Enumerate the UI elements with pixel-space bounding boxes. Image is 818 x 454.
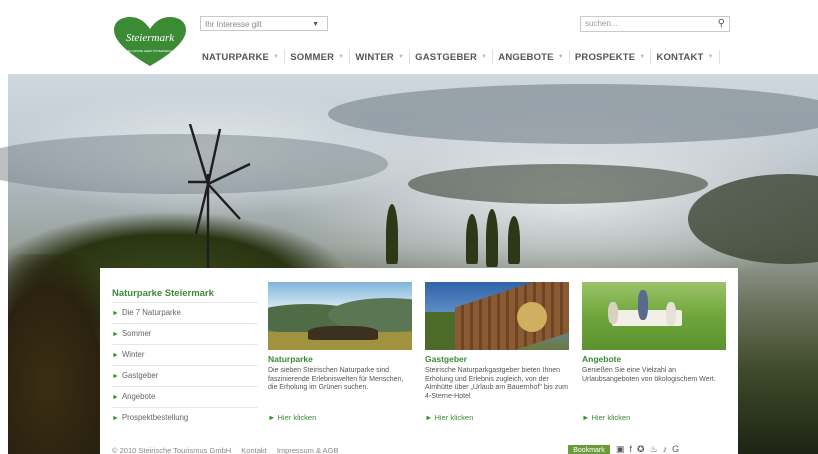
bullet-arrow-icon: ► [112,415,119,422]
digg-icon[interactable]: ♪ [663,444,668,454]
arrow-icon: ► [268,413,278,422]
social-icons: ▣ f ✪ ♨ ♪ G [616,444,679,454]
dropdown-arrow-icon: ▼ [312,21,319,28]
card-title: Gastgeber [425,354,468,364]
site-header: Steiermark DAS GRÜNE HERZ ÖSTERREICHS Ih… [100,10,738,74]
chevron-down-icon: ▼ [481,54,488,60]
content-panel: Naturparke Steiermark ► Die 7 Naturparke … [100,268,738,454]
sidebar-item-winter[interactable]: ► Winter [112,344,258,365]
footer-imprint-link[interactable]: Impressum & AGB [277,446,339,454]
bookmark-button[interactable]: Bookmark [568,445,610,454]
card-title: Naturparke [268,354,313,364]
main-nav: NATURPARKE ▼ SOMMER ▼ WINTER ▼ GASTGEBER ▼ A… [200,50,720,64]
nav-angebote[interactable]: ANGEBOTE ▼ [493,50,570,64]
footer-copyright: © 2010 Steirische Tourismus GmbH [112,446,232,454]
card-title: Angebote [582,354,622,364]
facebook-icon[interactable]: f [630,444,633,454]
chevron-down-icon: ▼ [273,54,280,60]
card-image-gastgeber[interactable] [425,282,569,350]
search-input[interactable]: suchen... ⚲ [580,16,730,32]
sidebar-item-angebote[interactable]: ► Angebote [112,386,258,407]
card-image-naturparke[interactable] [268,282,412,350]
bullet-arrow-icon: ► [112,373,119,380]
share-icon[interactable]: ♨ [650,444,658,454]
nav-gastgeber[interactable]: GASTGEBER ▼ [410,50,494,64]
chevron-down-icon: ▼ [338,54,345,60]
sidebar-title: Naturparke Steiermark [112,288,214,299]
logo-tagline: DAS GRÜNE HERZ ÖSTERREICHS [125,49,174,53]
nav-prospekte[interactable]: PROSPEKTE ▼ [570,50,652,64]
interest-select[interactable]: Ihr Interesse gilt ▼ [200,16,328,31]
chevron-down-icon: ▼ [557,54,564,60]
chevron-down-icon: ▼ [707,54,714,60]
bullet-arrow-icon: ► [112,352,119,359]
arrow-icon: ► [425,413,435,422]
nav-sommer[interactable]: SOMMER ▼ [285,50,351,64]
card-gastgeber: Gastgeber Steirische Naturparkgastgeber … [425,282,569,422]
bullet-arrow-icon: ► [112,310,119,317]
card-link-naturparke[interactable]: ► Hier klicken [268,413,412,422]
bullet-arrow-icon: ► [112,331,119,338]
card-angebote: Angebote Genießen Sie eine Vielzahl an U… [582,282,726,422]
nav-winter[interactable]: WINTER ▼ [350,50,411,64]
search-icon[interactable]: ⚲ [718,17,725,31]
card-description: Steirische Naturparkgastgeber bieten Ihn… [425,367,568,400]
page: Steiermark DAS GRÜNE HERZ ÖSTERREICHS Ih… [0,0,818,454]
sidebar-menu: ► Die 7 Naturparke ► Sommer ► Winter ► Gastg… [112,302,258,428]
card-link-gastgeber[interactable]: ► Hier klicken [425,413,569,422]
sidebar-item-sommer[interactable]: ► Sommer [112,323,258,344]
steiermark-logo[interactable]: Steiermark DAS GRÜNE HERZ ÖSTERREICHS [112,16,188,68]
google-icon[interactable]: G [672,444,679,454]
sidebar-item-prospektbestellung[interactable]: ► Prospektbestellung [112,407,258,428]
interest-select-value: Ihr Interesse gilt [205,20,262,29]
search-placeholder: suchen... [585,19,618,28]
nav-naturparke[interactable]: NATURPARKE ▼ [200,50,286,64]
delicious-icon[interactable]: ▣ [616,444,625,454]
sidebar-item-naturparke[interactable]: ► Die 7 Naturparke [112,302,258,323]
nav-kontakt[interactable]: KONTAKT ▼ [651,50,720,64]
sidebar-item-gastgeber[interactable]: ► Gastgeber [112,365,258,386]
arrow-icon: ► [582,413,592,422]
card-link-angebote[interactable]: ► Hier klicken [582,413,726,422]
card-description: Genießen Sie eine Vielzahl an Urlaubsang… [582,367,716,383]
chevron-down-icon: ▼ [639,54,646,60]
card-description: Die sieben Steirischen Naturparke sind f… [268,367,404,391]
card-naturparke: Naturparke Die sieben Steirischen Naturp… [268,282,412,422]
chevron-down-icon: ▼ [398,54,405,60]
myspace-icon[interactable]: ✪ [637,444,645,454]
logo-text: Steiermark [126,32,175,44]
card-image-angebote[interactable] [582,282,726,350]
footer-contact-link[interactable]: Kontakt [241,446,266,454]
bullet-arrow-icon: ► [112,394,119,401]
